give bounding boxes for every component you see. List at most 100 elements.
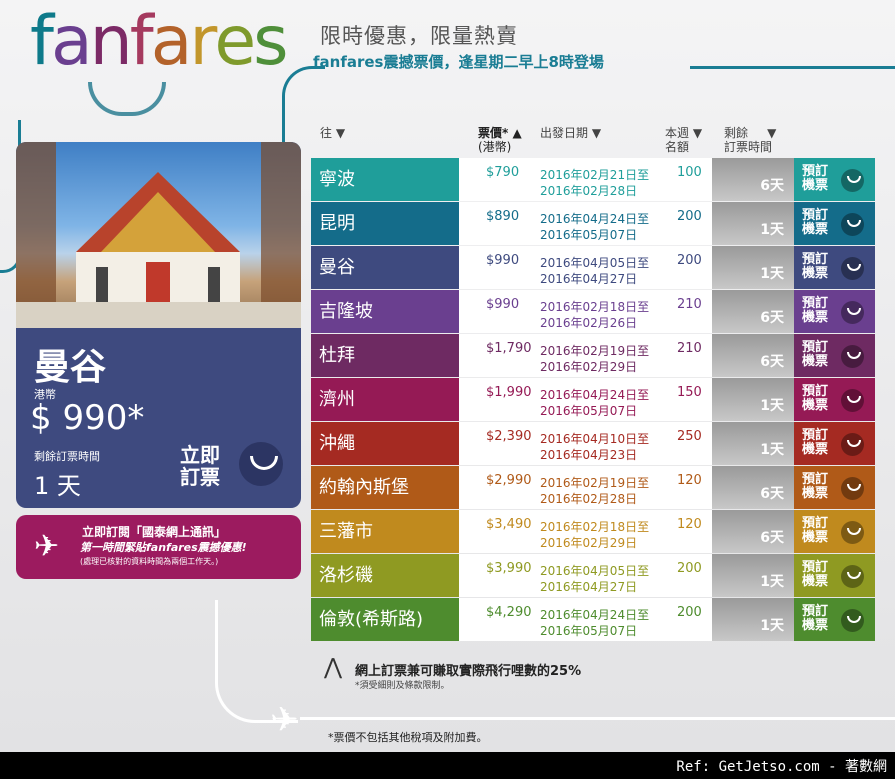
terms-note: *須受細則及條款限制。: [355, 681, 450, 691]
row-price: $790: [486, 165, 520, 180]
row-date-start: 2016年02月18日至: [540, 300, 650, 314]
row-remaining: 1天: [712, 246, 794, 289]
row-remaining: 6天: [712, 510, 794, 553]
row-remaining-value: 1天: [760, 442, 784, 458]
col-remain-sort[interactable]: 剩餘 ▼ 訂票時間: [724, 126, 776, 154]
table-row[interactable]: 昆明 $890 2016年04月24日至 2016年05月07日 200 1天 預訂機票: [311, 202, 875, 245]
row-book-button[interactable]: 預訂機票: [794, 334, 875, 377]
col-seats-sort[interactable]: 本週 ▼ 名額: [665, 126, 702, 154]
col-date-sort[interactable]: 出發日期 ▼: [540, 126, 601, 140]
table-row[interactable]: 吉隆坡 $990 2016年02月18日至 2016年02月26日 210 6天 預訂機票: [311, 290, 875, 333]
row-remaining: 1天: [712, 554, 794, 597]
row-destination[interactable]: 昆明: [311, 202, 459, 245]
row-book-button[interactable]: 預訂機票: [794, 378, 875, 421]
smile-icon: [841, 169, 864, 192]
row-seats: 210: [677, 341, 702, 356]
row-destination[interactable]: 濟州: [311, 378, 459, 421]
row-price: $2,990: [486, 473, 532, 488]
newsletter-promo[interactable]: ✈ 立即訂閱「國泰網上通訊」 第一時間緊貼fanfares震撼優惠! (處理已核…: [16, 515, 301, 579]
row-book-button[interactable]: 預訂機票: [794, 202, 875, 245]
col-price-sub: (港幣): [478, 140, 512, 154]
table-row[interactable]: 寧波 $790 2016年02月21日至 2016年02月28日 100 6天 預訂機票: [311, 158, 875, 201]
table-row[interactable]: 洛杉磯 $3,990 2016年04月05日至 2016年04月27日 200 1天 預訂機…: [311, 554, 875, 597]
row-price: $3,990: [486, 561, 532, 576]
row-remaining: 6天: [712, 158, 794, 201]
row-remaining-value: 1天: [760, 618, 784, 634]
featured-book-button[interactable]: [239, 442, 283, 486]
col-remain-label: 剩餘 ▼: [724, 126, 777, 140]
row-seats: 200: [677, 253, 702, 268]
row-date-start: 2016年04月24日至: [540, 608, 650, 622]
featured-remain-value: 1 天: [34, 472, 81, 500]
row-remaining: 1天: [712, 598, 794, 641]
row-destination[interactable]: 寧波: [311, 158, 459, 201]
row-book-label: 預訂機票: [802, 560, 829, 589]
row-date-end: 2016年02月29日: [540, 360, 638, 374]
row-destination[interactable]: 約翰內斯堡: [311, 466, 459, 509]
row-date-start: 2016年02月21日至: [540, 168, 650, 182]
logo-letter: e: [214, 2, 256, 81]
headline: 限時優惠，限量熱賣: [320, 24, 518, 48]
logo-letter: n: [89, 2, 133, 81]
row-date-end: 2016年04月27日: [540, 272, 638, 286]
row-remaining-value: 6天: [760, 354, 784, 370]
logo-letter: f: [129, 2, 154, 81]
promo-title: 立即訂閱「國泰網上通訊」: [82, 525, 227, 539]
smile-icon: [841, 213, 864, 236]
row-book-label: 預訂機票: [802, 296, 829, 325]
row-remaining-value: 6天: [760, 310, 784, 326]
row-destination[interactable]: 洛杉磯: [311, 554, 459, 597]
row-date-start: 2016年02月19日至: [540, 476, 650, 490]
row-remaining: 1天: [712, 378, 794, 421]
col-dest-sort[interactable]: 往 ▼: [320, 126, 345, 140]
row-price: $4,290: [486, 605, 532, 620]
row-book-button[interactable]: 預訂機票: [794, 422, 875, 465]
temple-illustration: [16, 142, 301, 328]
row-book-label: 預訂機票: [802, 516, 829, 545]
row-book-button[interactable]: 預訂機票: [794, 158, 875, 201]
featured-price: $ 990*: [30, 398, 145, 438]
row-book-button[interactable]: 預訂機票: [794, 466, 875, 509]
decor-line-bottom: [300, 717, 895, 720]
table-row[interactable]: 三藩市 $3,490 2016年02月18日至 2016年02月29日 120 6天 預訂機…: [311, 510, 875, 553]
featured-city: 曼谷: [34, 347, 107, 388]
row-book-label: 預訂機票: [802, 252, 829, 281]
row-date-start: 2016年04月10日至: [540, 432, 650, 446]
featured-book-label[interactable]: 立即訂票: [180, 444, 228, 488]
row-book-button[interactable]: 預訂機票: [794, 290, 875, 333]
table-row[interactable]: 倫敦(希斯路) $4,290 2016年04月24日至 2016年05月07日 200 1…: [311, 598, 875, 641]
smile-icon: [841, 345, 864, 368]
featured-deal-card[interactable]: 曼谷 港幣 $ 990* 剩餘訂票時間 1 天 立即訂票: [16, 142, 301, 508]
row-remaining: 1天: [712, 202, 794, 245]
smile-icon: [841, 389, 864, 412]
row-destination[interactable]: 三藩市: [311, 510, 459, 553]
smile-icon: [841, 477, 864, 500]
row-destination[interactable]: 倫敦(希斯路): [311, 598, 459, 641]
row-remaining-value: 1天: [760, 266, 784, 282]
row-destination[interactable]: 曼谷: [311, 246, 459, 289]
smile-icon: [841, 433, 864, 456]
row-seats: 150: [677, 385, 702, 400]
col-remain-sub: 訂票時間: [724, 140, 773, 154]
row-book-button[interactable]: 預訂機票: [794, 246, 875, 289]
row-book-button[interactable]: 預訂機票: [794, 598, 875, 641]
row-date-end: 2016年05月07日: [540, 228, 638, 242]
table-row[interactable]: 約翰內斯堡 $2,990 2016年02月19日至 2016年02月28日 120 6天 預…: [311, 466, 875, 509]
logo-letter: r: [189, 2, 217, 81]
row-remaining: 6天: [712, 466, 794, 509]
fanfares-logo[interactable]: fanfares: [30, 2, 289, 81]
row-destination[interactable]: 吉隆坡: [311, 290, 459, 333]
table-row[interactable]: 杜拜 $1,790 2016年02月19日至 2016年02月29日 210 6天 預訂機票: [311, 334, 875, 377]
col-seats-sub: 名額: [665, 140, 690, 154]
row-price: $1,990: [486, 385, 532, 400]
table-row[interactable]: 沖繩 $2,390 2016年04月10日至 2016年04月23日 250 1天 預訂機票: [311, 422, 875, 465]
table-row[interactable]: 曼谷 $990 2016年04月05日至 2016年04月27日 200 1天 預訂機票: [311, 246, 875, 289]
row-book-button[interactable]: 預訂機票: [794, 554, 875, 597]
row-book-button[interactable]: 預訂機票: [794, 510, 875, 553]
table-row[interactable]: 濟州 $1,990 2016年04月24日至 2016年05月07日 150 1天 預訂機票: [311, 378, 875, 421]
row-price: $990: [486, 297, 520, 312]
row-destination[interactable]: 沖繩: [311, 422, 459, 465]
col-price-sort[interactable]: 票價* ▲ (港幣): [478, 126, 522, 154]
row-destination[interactable]: 杜拜: [311, 334, 459, 377]
row-book-label: 預訂機票: [802, 428, 829, 457]
